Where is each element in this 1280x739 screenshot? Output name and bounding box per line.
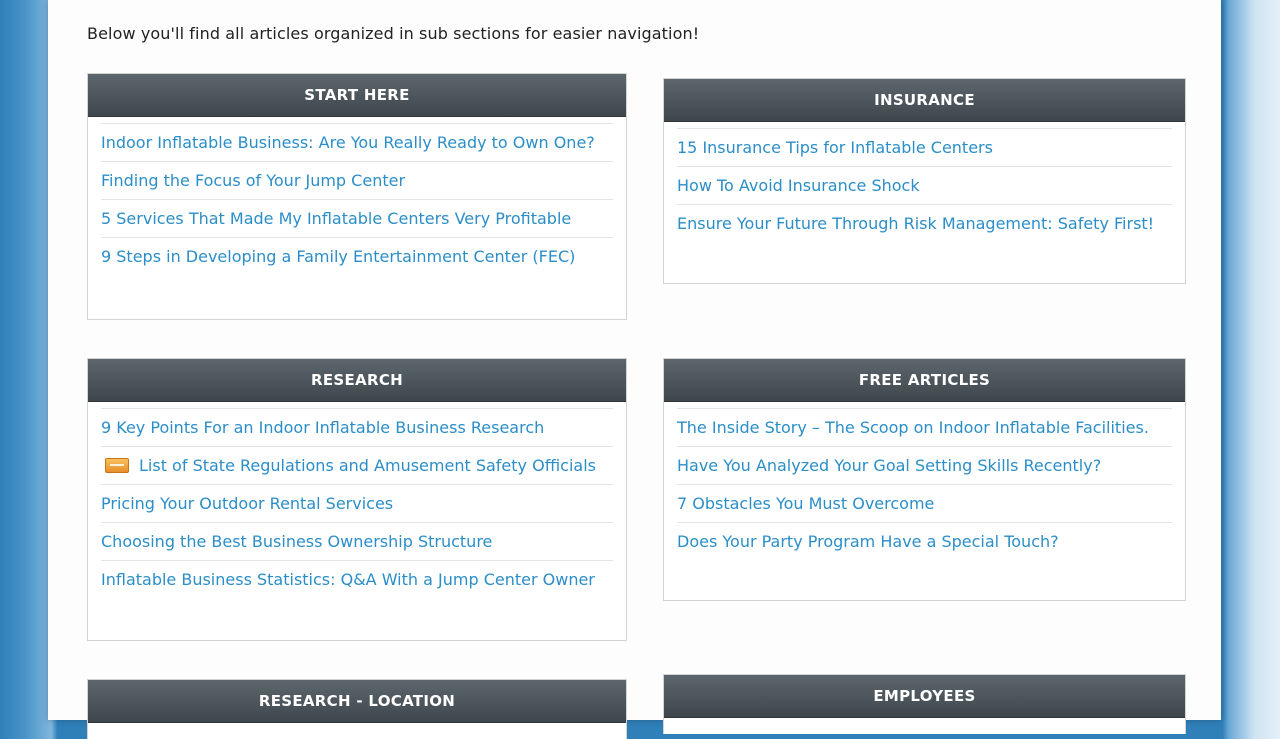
article-link[interactable]: 5 Services That Made My Inflatable Cente… (101, 209, 571, 228)
section-title: RESEARCH (88, 359, 626, 402)
intro-text: Below you'll find all articles organized… (87, 24, 700, 43)
link-list: Indoor Inflatable Business: Are You Real… (88, 117, 626, 275)
list-item: Finding the Focus of Your Jump Center (101, 161, 613, 199)
article-link[interactable]: 9 Key Points For an Indoor Inflatable Bu… (101, 418, 544, 437)
article-link[interactable]: Choosing the Best Business Ownership Str… (101, 532, 492, 551)
list-item: List of State Regulations and Amusement … (101, 446, 613, 484)
list-item: Choosing the Best Business Ownership Str… (101, 522, 613, 560)
section-title: START HERE (88, 74, 626, 117)
pdf-icon (105, 458, 129, 473)
list-item: 15 Insurance Tips for Inflatable Centers (677, 128, 1172, 166)
list-item: The Inside Story – The Scoop on Indoor I… (677, 408, 1172, 446)
section-title: FREE ARTICLES (664, 359, 1185, 402)
list-item: Ensure Your Future Through Risk Manageme… (677, 204, 1172, 242)
article-link[interactable]: Indoor Inflatable Business: Are You Real… (101, 133, 595, 152)
link-list: 9 Key Points For an Indoor Inflatable Bu… (88, 402, 626, 598)
page-content: Below you'll find all articles organized… (48, 0, 1221, 739)
article-link-with-pdf[interactable]: List of State Regulations and Amusement … (101, 456, 596, 475)
link-list: 15 Insurance Tips for Inflatable Centers… (664, 122, 1185, 242)
article-link[interactable]: 15 Insurance Tips for Inflatable Centers (677, 138, 993, 157)
section-start-here: START HERE Indoor Inflatable Business: A… (87, 73, 627, 320)
list-item: 9 Steps in Developing a Family Entertain… (101, 237, 613, 275)
article-link[interactable]: 7 Obstacles You Must Overcome (677, 494, 934, 513)
article-link[interactable]: Does Your Party Program Have a Special T… (677, 532, 1059, 551)
list-item: 5 Services That Made My Inflatable Cente… (101, 199, 613, 237)
article-link[interactable]: Have You Analyzed Your Goal Setting Skil… (677, 456, 1101, 475)
section-title: RESEARCH - LOCATION (88, 680, 626, 723)
article-link[interactable]: Inflatable Business Statistics: Q&A With… (101, 570, 595, 589)
section-title: INSURANCE (664, 79, 1185, 122)
article-link-label: List of State Regulations and Amusement … (139, 456, 596, 475)
list-item: Inflatable Business Statistics: Q&A With… (101, 560, 613, 598)
section-employees: EMPLOYEES (663, 674, 1186, 734)
list-item: 7 Obstacles You Must Overcome (677, 484, 1172, 522)
section-research: RESEARCH 9 Key Points For an Indoor Infl… (87, 358, 627, 641)
link-list: The Inside Story – The Scoop on Indoor I… (664, 402, 1185, 560)
list-item: Have You Analyzed Your Goal Setting Skil… (677, 446, 1172, 484)
list-item: Indoor Inflatable Business: Are You Real… (101, 123, 613, 161)
article-link[interactable]: The Inside Story – The Scoop on Indoor I… (677, 418, 1149, 437)
article-link[interactable]: Pricing Your Outdoor Rental Services (101, 494, 393, 513)
list-item: Does Your Party Program Have a Special T… (677, 522, 1172, 560)
list-item: 9 Key Points For an Indoor Inflatable Bu… (101, 408, 613, 446)
article-link[interactable]: 9 Steps in Developing a Family Entertain… (101, 247, 575, 266)
section-free-articles: FREE ARTICLES The Inside Story – The Sco… (663, 358, 1186, 601)
article-link[interactable]: Ensure Your Future Through Risk Manageme… (677, 214, 1154, 233)
article-link[interactable]: Finding the Focus of Your Jump Center (101, 171, 405, 190)
section-insurance: INSURANCE 15 Insurance Tips for Inflatab… (663, 78, 1186, 284)
section-title: EMPLOYEES (664, 675, 1185, 718)
article-link[interactable]: How To Avoid Insurance Shock (677, 176, 920, 195)
list-item: Pricing Your Outdoor Rental Services (101, 484, 613, 522)
list-item: How To Avoid Insurance Shock (677, 166, 1172, 204)
section-research-location: RESEARCH - LOCATION (87, 679, 627, 739)
